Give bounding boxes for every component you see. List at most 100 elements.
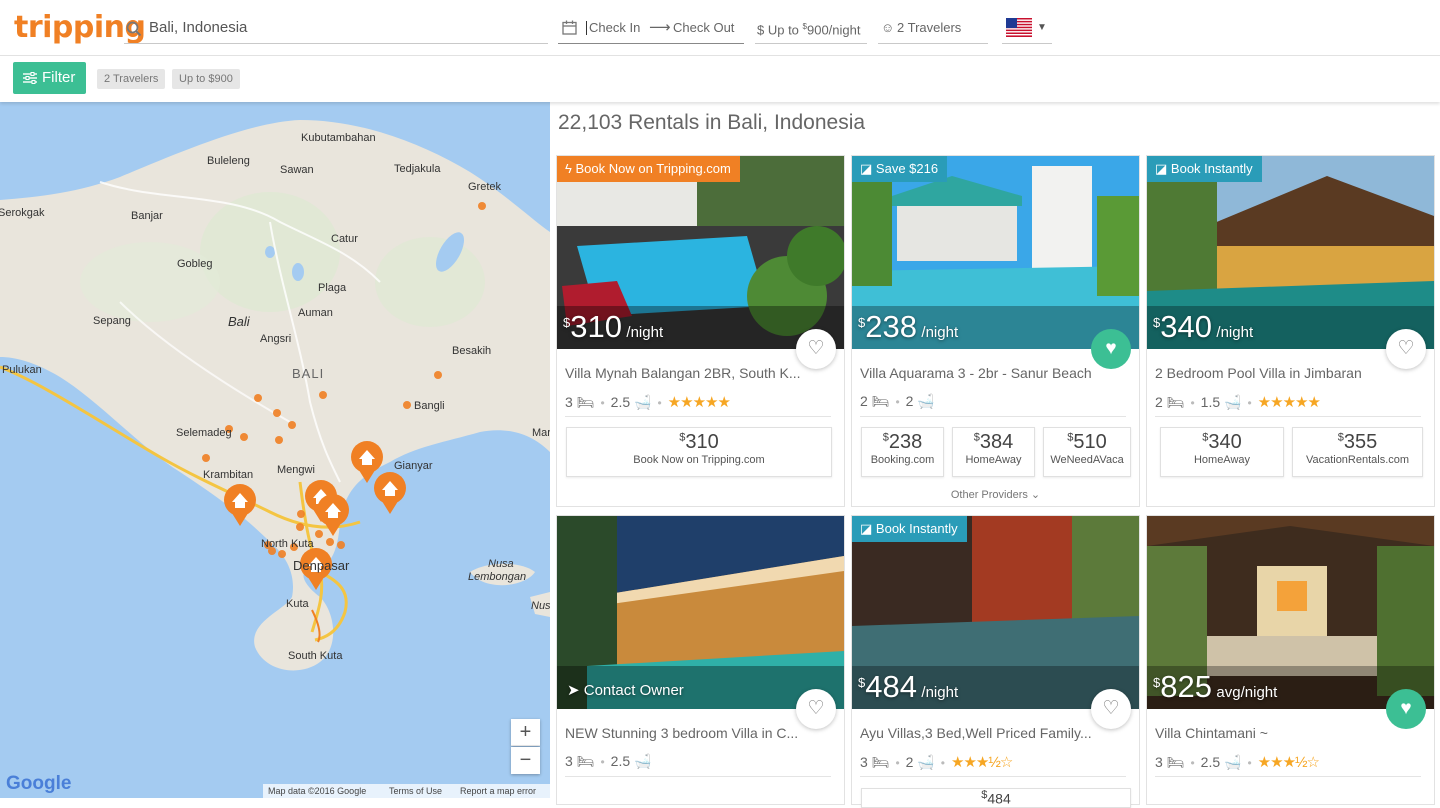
divider bbox=[1155, 776, 1421, 777]
rental-card[interactable]: $825 avg/night ♥ Villa Chintamani ~ 3 🛏 •… bbox=[1146, 515, 1435, 805]
map-label: Nus bbox=[531, 600, 550, 612]
bed-icon: 🛏 bbox=[576, 394, 595, 410]
bath-icon: 🛁 bbox=[634, 394, 652, 410]
favorite-heart-icon[interactable]: ♥ bbox=[1091, 329, 1131, 369]
map-label: Lembongan bbox=[468, 571, 527, 583]
map-label: Kuta bbox=[286, 598, 309, 610]
favorite-heart-icon[interactable]: ♡ bbox=[796, 689, 836, 729]
provider-button[interactable]: $238 Booking.com bbox=[861, 427, 944, 477]
bed-icon: 🛏 bbox=[576, 753, 595, 769]
rental-title[interactable]: 2 Bedroom Pool Villa in Jimbaran bbox=[1155, 365, 1399, 381]
rental-photo[interactable]: ◪ Book Instantly $484 /night bbox=[852, 516, 1139, 709]
favorite-heart-icon[interactable]: ♡ bbox=[1091, 689, 1131, 729]
map-label: Tedjakula bbox=[394, 163, 441, 175]
star-rating: ★★★★★ bbox=[667, 394, 731, 411]
map-label: Banjar bbox=[131, 210, 163, 222]
google-logo: Google bbox=[6, 773, 72, 794]
rental-title[interactable]: Villa Chintamani ~ bbox=[1155, 725, 1399, 741]
rental-title[interactable]: Ayu Villas,3 Bed,Well Priced Family... bbox=[860, 725, 1104, 741]
map-label: Nusa bbox=[488, 558, 514, 570]
search-input[interactable]: Bali, Indonesia bbox=[124, 11, 548, 44]
date-range-field[interactable]: Check In ⟶ Check Out bbox=[558, 11, 744, 44]
bolt-icon: ϟ bbox=[565, 161, 572, 176]
map-label: Krambitan bbox=[203, 469, 254, 481]
sliders-icon bbox=[23, 72, 37, 84]
rental-photo[interactable]: ◪ Book Instantly $340 /night bbox=[1147, 156, 1434, 349]
divider bbox=[565, 776, 831, 777]
chip-price[interactable]: Up to $900 bbox=[172, 69, 240, 89]
terms-link[interactable]: Terms of Use bbox=[389, 784, 442, 798]
map-data-text: Map data ©2016 Google bbox=[268, 786, 367, 796]
provider-button[interactable]: $310 Book Now on Tripping.com bbox=[566, 427, 832, 477]
rental-photo[interactable]: ◪ Save $216 $238 /night bbox=[852, 156, 1139, 349]
instant-icon: ◪ bbox=[860, 521, 873, 536]
divider bbox=[1155, 416, 1421, 417]
map[interactable]: Kubutambahan Buleleng Sawan Tedjakula Gr… bbox=[0, 102, 550, 798]
zoom-out-button[interactable]: − bbox=[511, 747, 540, 774]
favorite-heart-icon[interactable]: ♡ bbox=[796, 329, 836, 369]
zoom-in-button[interactable]: + bbox=[511, 719, 540, 746]
chevron-down-icon: ▼ bbox=[1037, 22, 1047, 33]
map-label: BALI bbox=[292, 366, 325, 381]
rental-card[interactable]: ϟ Book Now on Tripping.com $310 /night ♡… bbox=[556, 155, 845, 507]
map-label: Sawan bbox=[280, 164, 314, 176]
price-tag: $340 /night bbox=[1153, 309, 1254, 344]
contact-owner-label[interactable]: ➤ Contact Owner bbox=[567, 681, 684, 699]
rental-meta: 3 🛏 • 2.5 🛁 • ★★★★★ bbox=[565, 394, 731, 411]
rental-title[interactable]: NEW Stunning 3 bedroom Villa in C... bbox=[565, 725, 809, 741]
us-flag-icon bbox=[1006, 18, 1032, 37]
bath-icon: 🛁 bbox=[1224, 754, 1242, 770]
arrow-right-icon: ⟶ bbox=[649, 19, 671, 36]
map-label: Besakih bbox=[452, 345, 492, 357]
map-label: Plaga bbox=[318, 282, 347, 294]
provider-button[interactable]: $355 VacationRentals.com bbox=[1292, 427, 1423, 477]
bath-icon: 🛁 bbox=[1224, 394, 1242, 410]
price-filter[interactable]: $ Up to $900/night bbox=[755, 11, 867, 44]
rental-title[interactable]: Villa Mynah Balangan 2BR, South K... bbox=[565, 365, 809, 381]
rental-photo[interactable]: $825 avg/night bbox=[1147, 516, 1434, 709]
rental-photo[interactable]: ϟ Book Now on Tripping.com $310 /night bbox=[557, 156, 844, 349]
results-title: 22,103 Rentals in Bali, Indonesia bbox=[558, 111, 866, 134]
bed-icon: 🛏 bbox=[871, 754, 890, 770]
rental-meta: 3 🛏 • 2.5 🛁 bbox=[565, 753, 652, 769]
provider-button[interactable]: $384 HomeAway bbox=[952, 427, 1035, 477]
map-label: Serokgak bbox=[0, 207, 45, 219]
rental-title[interactable]: Villa Aquarama 3 - 2br - Sanur Beach bbox=[860, 365, 1104, 381]
favorite-heart-icon[interactable]: ♥ bbox=[1386, 689, 1426, 729]
report-error-link[interactable]: Report a map error bbox=[460, 784, 536, 798]
provider-button[interactable]: $510 WeNeedAVaca bbox=[1043, 427, 1131, 477]
map-label: North Kuta bbox=[261, 538, 314, 550]
map-label: Bangli bbox=[414, 400, 445, 412]
rental-card[interactable]: ◪ Save $216 $238 /night ♥ Villa Aquarama… bbox=[851, 155, 1140, 507]
travelers-field[interactable]: ☺ 2 Travelers bbox=[878, 11, 988, 44]
map-label: Kubutambahan bbox=[301, 132, 376, 144]
filter-button[interactable]: Filter bbox=[13, 62, 86, 94]
currency-selector[interactable]: ▼ bbox=[1002, 11, 1052, 44]
rental-card[interactable]: ◪ Book Instantly $484 /night ♡ Ayu Villa… bbox=[851, 515, 1140, 808]
checkout-input[interactable]: Check Out bbox=[673, 11, 734, 44]
rental-card[interactable]: ➤ Contact Owner ♡ NEW Stunning 3 bedroom… bbox=[556, 515, 845, 805]
filter-button-label: Filter bbox=[42, 69, 76, 86]
bed-icon: 🛏 bbox=[1166, 754, 1185, 770]
other-providers-link[interactable]: Other Providers ⌄ bbox=[852, 488, 1139, 501]
checkin-input[interactable]: Check In bbox=[586, 21, 640, 35]
rental-meta: 3 🛏 • 2.5 🛁 • ★★★½☆ bbox=[1155, 754, 1320, 771]
provider-button[interactable]: $340 HomeAway bbox=[1160, 427, 1284, 477]
price-tag: $825 avg/night bbox=[1153, 669, 1278, 704]
favorite-heart-icon[interactable]: ♡ bbox=[1386, 329, 1426, 369]
chip-travelers[interactable]: 2 Travelers bbox=[97, 69, 166, 89]
tag-icon: ◪ bbox=[860, 161, 873, 176]
rental-photo[interactable]: ➤ Contact Owner bbox=[557, 516, 844, 709]
bath-icon: 🛁 bbox=[917, 754, 935, 770]
map-label: Gianyar bbox=[394, 460, 433, 472]
rental-card[interactable]: ◪ Book Instantly $340 /night ♡ 2 Bedroom… bbox=[1146, 155, 1435, 507]
book-now-badge: ϟ Book Now on Tripping.com bbox=[557, 156, 740, 182]
star-rating: ★★★½☆ bbox=[951, 754, 1013, 771]
price-tag: $310 /night bbox=[563, 309, 664, 344]
map-label: Bali bbox=[228, 314, 250, 329]
map-label: Catur bbox=[331, 233, 358, 245]
map-label: Mengwi bbox=[277, 464, 315, 476]
bath-icon: 🛁 bbox=[917, 393, 935, 409]
provider-button[interactable]: $484 bbox=[861, 788, 1131, 808]
map-label: Pulukan bbox=[2, 364, 42, 376]
